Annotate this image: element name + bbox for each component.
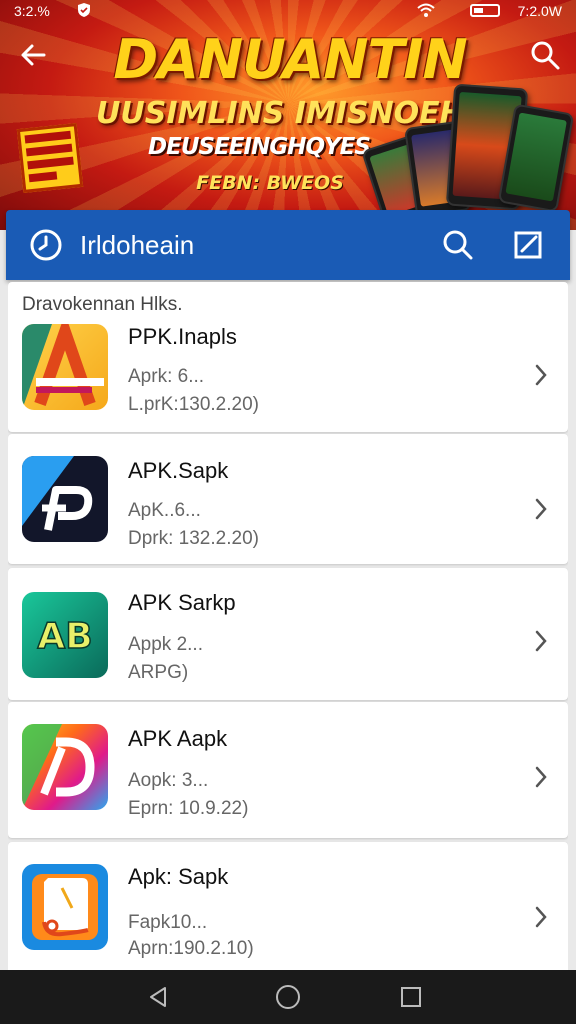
- app-name: APK.Sapk: [128, 458, 229, 483]
- app-name: APK Sarkp: [128, 590, 236, 615]
- battery-icon: [470, 4, 500, 17]
- search-icon[interactable]: [528, 38, 562, 72]
- app-name: PPK.Inapls: [128, 324, 237, 349]
- chevron-right-icon: [535, 498, 547, 520]
- app-meta-2: ARPG): [128, 662, 189, 683]
- list-item[interactable]: APK Aapk Aopk: 3... Eprn: 10.9.22): [8, 702, 568, 838]
- nav-back-icon[interactable]: [146, 985, 170, 1009]
- status-clock: 7:2.0W: [517, 3, 562, 19]
- list-item[interactable]: Apk: Sapk Fapk10... Aprn:190.2.10): [8, 842, 568, 970]
- doc-scroll-icon: [22, 864, 108, 950]
- navigation-bar: [0, 970, 576, 1024]
- app-meta-2: Aprn:190.2.10): [128, 938, 254, 959]
- app-meta: Fapk10...: [128, 912, 208, 933]
- p-tile-icon: [22, 456, 108, 542]
- chevron-right-icon: [535, 364, 547, 386]
- phones-illustration: [361, 83, 575, 228]
- a-arrow-icon: [22, 324, 108, 410]
- status-bar: 3:2.% 7:2.0W: [0, 0, 576, 22]
- nav-recents-icon[interactable]: [400, 986, 422, 1008]
- chevron-right-icon: [535, 766, 547, 788]
- chevron-right-icon: [535, 906, 547, 928]
- app-list: Dravokennan Hlks. PPK.Inapls Aprk: 6... …: [8, 282, 568, 970]
- banner-title: DANUANTIN: [113, 28, 467, 91]
- back-arrow-icon[interactable]: [16, 38, 50, 72]
- app-meta-2: Dprk: 132.2.20): [128, 528, 259, 549]
- app-meta: Appk 2...: [128, 634, 203, 655]
- app-meta: Aopk: 3...: [128, 770, 209, 791]
- search-icon[interactable]: [440, 227, 476, 263]
- app-header: Irldoheain: [6, 210, 570, 280]
- wifi-icon: [417, 3, 435, 17]
- svg-text:AB: AB: [37, 616, 92, 657]
- app-name: Apk: Sapk: [128, 864, 229, 889]
- edit-icon[interactable]: [510, 227, 546, 263]
- status-time: 3:2.%: [14, 3, 50, 19]
- list-item[interactable]: APK.Sapk ApK..6... Dprk: 132.2.20): [8, 434, 568, 564]
- section-label: Dravokennan Hlks.: [22, 294, 183, 315]
- list-item[interactable]: AB APK Sarkp Appk 2... ARPG): [8, 568, 568, 700]
- banner-tag: FEBN: BWEOS: [196, 172, 344, 194]
- chevron-right-icon: [535, 630, 547, 652]
- sale-badge: [16, 123, 84, 193]
- header-title: Irldoheain: [80, 230, 195, 260]
- app-meta-2: Eprn: 10.9.22): [128, 798, 249, 819]
- app-meta-2: L.prK:130.2.20): [128, 394, 259, 415]
- app-meta: Aprk: 6...: [128, 366, 205, 387]
- shield-icon: [78, 3, 90, 17]
- app-screen: 3:2.% 7:2.0W DANUANTIN UUSIMLINS IMISNOE…: [0, 0, 576, 1024]
- promo-banner: 3:2.% 7:2.0W DANUANTIN UUSIMLINS IMISNOE…: [0, 0, 576, 230]
- ab-tile-icon: AB: [22, 592, 108, 678]
- nav-home-icon[interactable]: [274, 983, 302, 1011]
- list-item[interactable]: Dravokennan Hlks. PPK.Inapls Aprk: 6... …: [8, 282, 568, 432]
- clock-icon[interactable]: [28, 227, 64, 263]
- app-name: APK Aapk: [128, 726, 228, 751]
- d-rainbow-icon: [22, 724, 108, 810]
- app-meta: ApK..6...: [128, 500, 201, 521]
